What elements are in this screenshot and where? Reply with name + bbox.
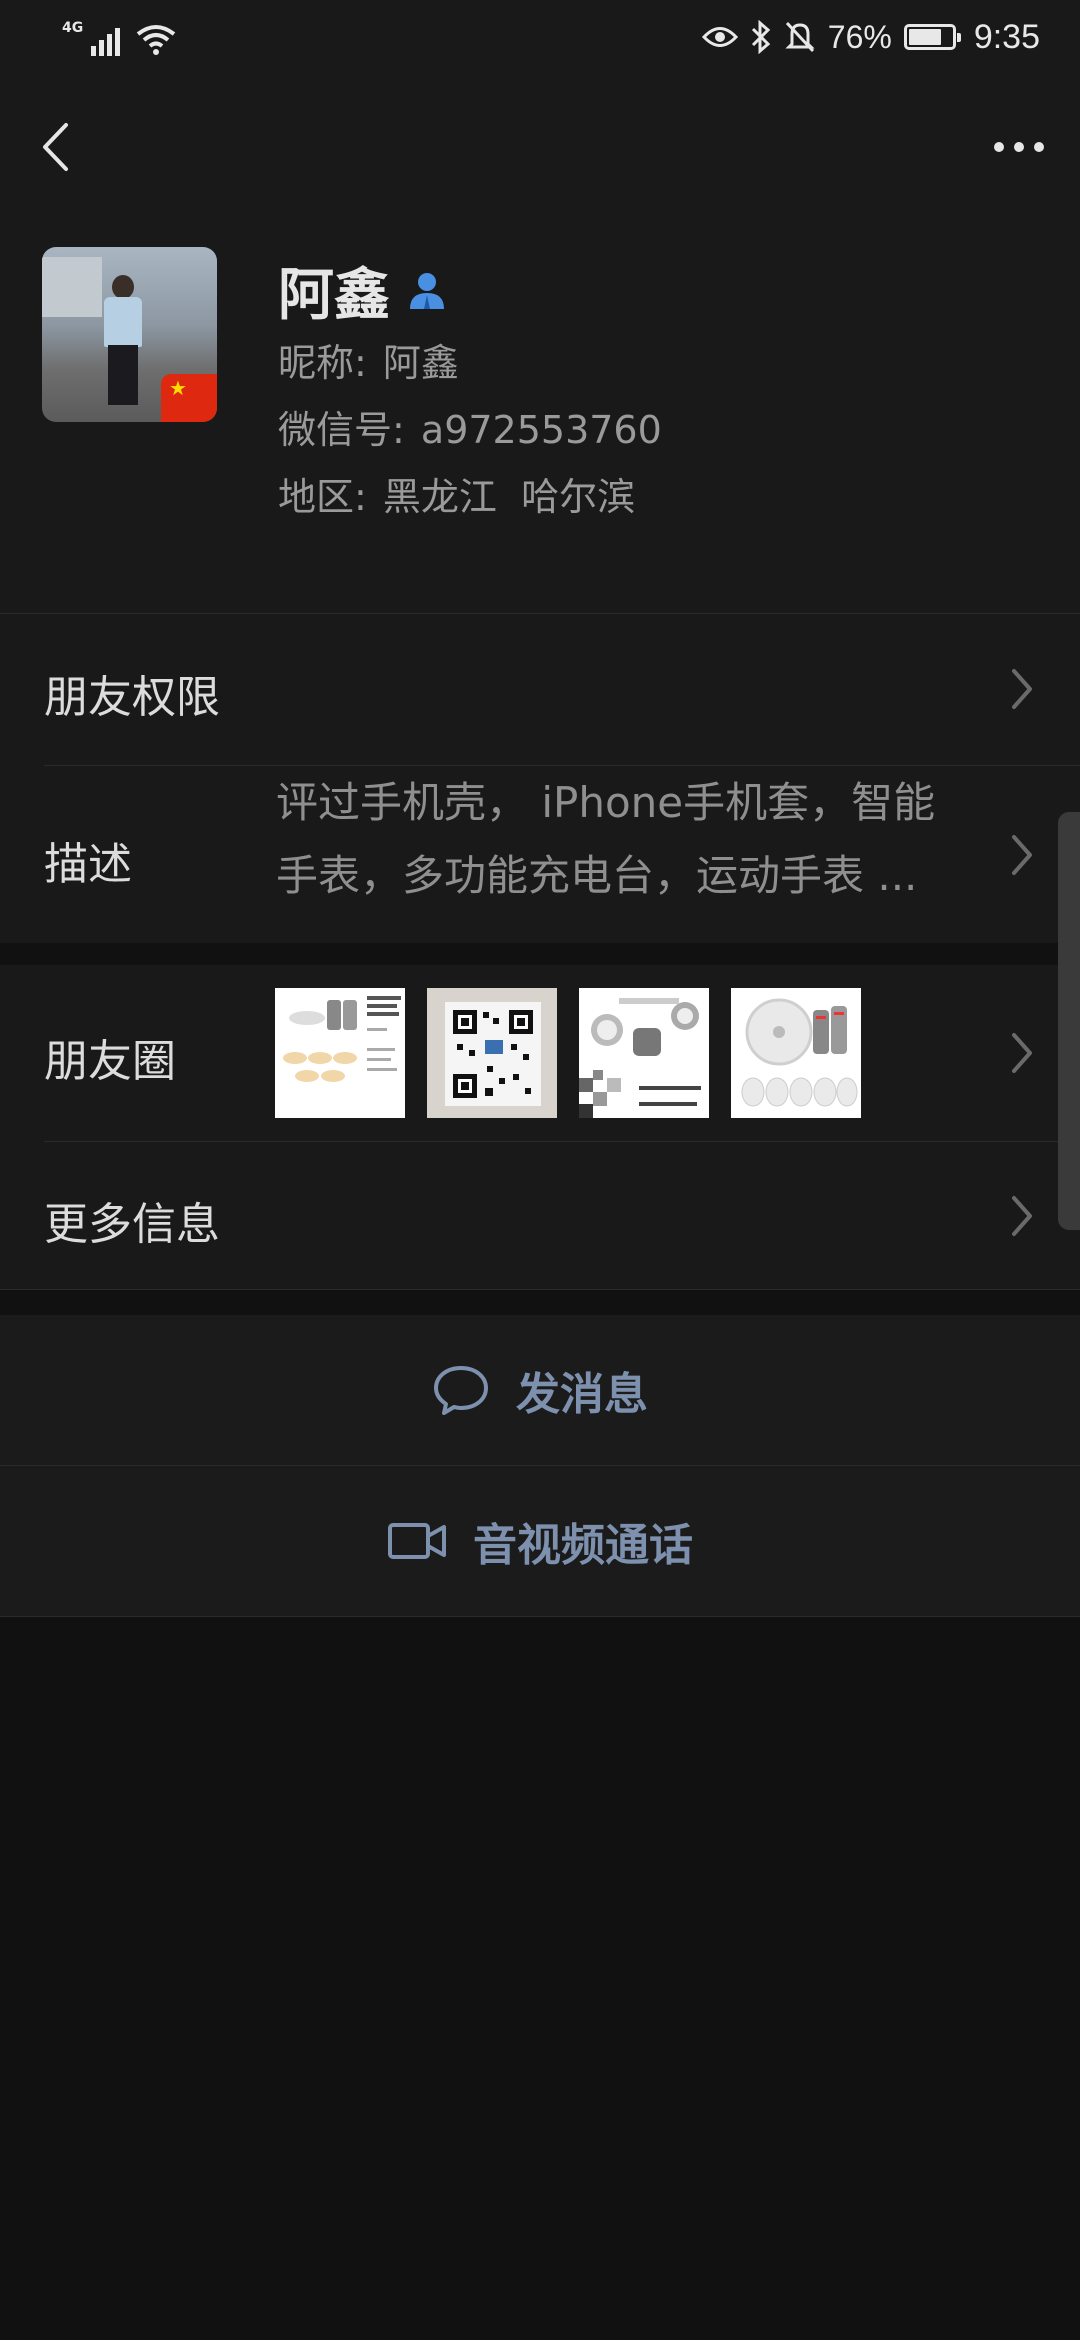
video-call-label: 音视频通话 (473, 1520, 693, 1571)
region-value: 黑龙江 哈尔滨 (382, 475, 636, 519)
signal-icon (91, 26, 121, 56)
network-type: 4G (62, 20, 84, 36)
wechat-id-value: a972553760 (420, 408, 662, 452)
clock: 9:35 (973, 17, 1040, 56)
moments-thumbnails (275, 988, 861, 1118)
chat-bubble-icon (434, 1366, 488, 1415)
person-icon (410, 273, 444, 309)
nickname-line: 昵称: 阿鑫 (278, 332, 459, 387)
moment-thumbnail (579, 988, 709, 1118)
description-text: 评过手机壳， iPhone手机套，智能 手表，多功能充电台，运动手表 ... (276, 766, 986, 912)
battery-icon (903, 24, 961, 50)
friend-permissions-label: 朋友权限 (44, 672, 220, 723)
moment-thumbnail (275, 988, 405, 1118)
nickname-label: 昵称: (278, 341, 367, 385)
battery-percent: 76% (827, 18, 892, 55)
more-info-row[interactable]: 更多信息 (0, 1142, 1080, 1290)
moments-label: 朋友圈 (44, 1036, 176, 1087)
wifi-icon (137, 25, 176, 55)
description-label: 描述 (44, 839, 132, 890)
eye-icon (701, 27, 738, 47)
more-button[interactable] (984, 119, 1054, 175)
chevron-right-icon (1012, 835, 1032, 875)
chevron-right-icon (1012, 669, 1032, 709)
bell-off-icon (785, 21, 815, 53)
video-call-button[interactable]: 音视频通话 (0, 1466, 1080, 1616)
moments-row[interactable]: 朋友圈 (0, 965, 1080, 1141)
wechat-id-label: 微信号: (278, 408, 405, 452)
bluetooth-icon (751, 20, 770, 54)
back-button[interactable] (30, 115, 80, 179)
description-line-1: 评过手机壳， iPhone手机套，智能 (276, 778, 936, 827)
name-row: 阿鑫 (278, 255, 448, 328)
description-line-2: 手表，多功能充电台，运动手表 ... (276, 851, 918, 900)
region-line: 地区: 黑龙江 哈尔滨 (278, 466, 635, 521)
chevron-right-icon (1012, 1196, 1032, 1236)
scrollbar[interactable] (1058, 812, 1080, 1230)
more-info-label: 更多信息 (44, 1199, 220, 1250)
moment-thumbnail (731, 988, 861, 1118)
wechat-id-line: 微信号: a972553760 (278, 399, 662, 454)
section-moments: 朋友圈 更多信息 (0, 965, 1080, 1290)
region-label: 地区: (278, 475, 367, 519)
send-message-button[interactable]: 发消息 (0, 1315, 1080, 1465)
moment-thumbnail (427, 988, 557, 1118)
description-row[interactable]: 描述 评过手机壳， iPhone手机套，智能 手表，多功能充电台，运动手表 ..… (0, 766, 1080, 943)
status-left: 4G (62, 16, 176, 56)
status-right: 76% 9:35 (701, 14, 1040, 60)
chevron-right-icon (1012, 1033, 1032, 1073)
avatar[interactable] (42, 247, 217, 422)
profile-name: 阿鑫 (278, 262, 390, 328)
more-horizontal-icon (994, 142, 1004, 152)
flag-icon (161, 374, 217, 422)
chevron-left-icon (43, 123, 68, 171)
friend-permissions-row[interactable]: 朋友权限 (0, 613, 1080, 765)
video-camera-icon (388, 1523, 446, 1559)
status-bar: 4G 76% 9:35 (0, 0, 1080, 75)
profile-header: 阿鑫 昵称: 阿鑫 微信号: a972553760 地区: 黑龙江 哈尔滨 (0, 75, 1080, 613)
nickname-value: 阿鑫 (382, 341, 459, 385)
send-message-label: 发消息 (516, 1369, 648, 1420)
section-permissions: 朋友权限 描述 评过手机壳， iPhone手机套，智能 手表，多功能充电台，运动… (0, 613, 1080, 943)
